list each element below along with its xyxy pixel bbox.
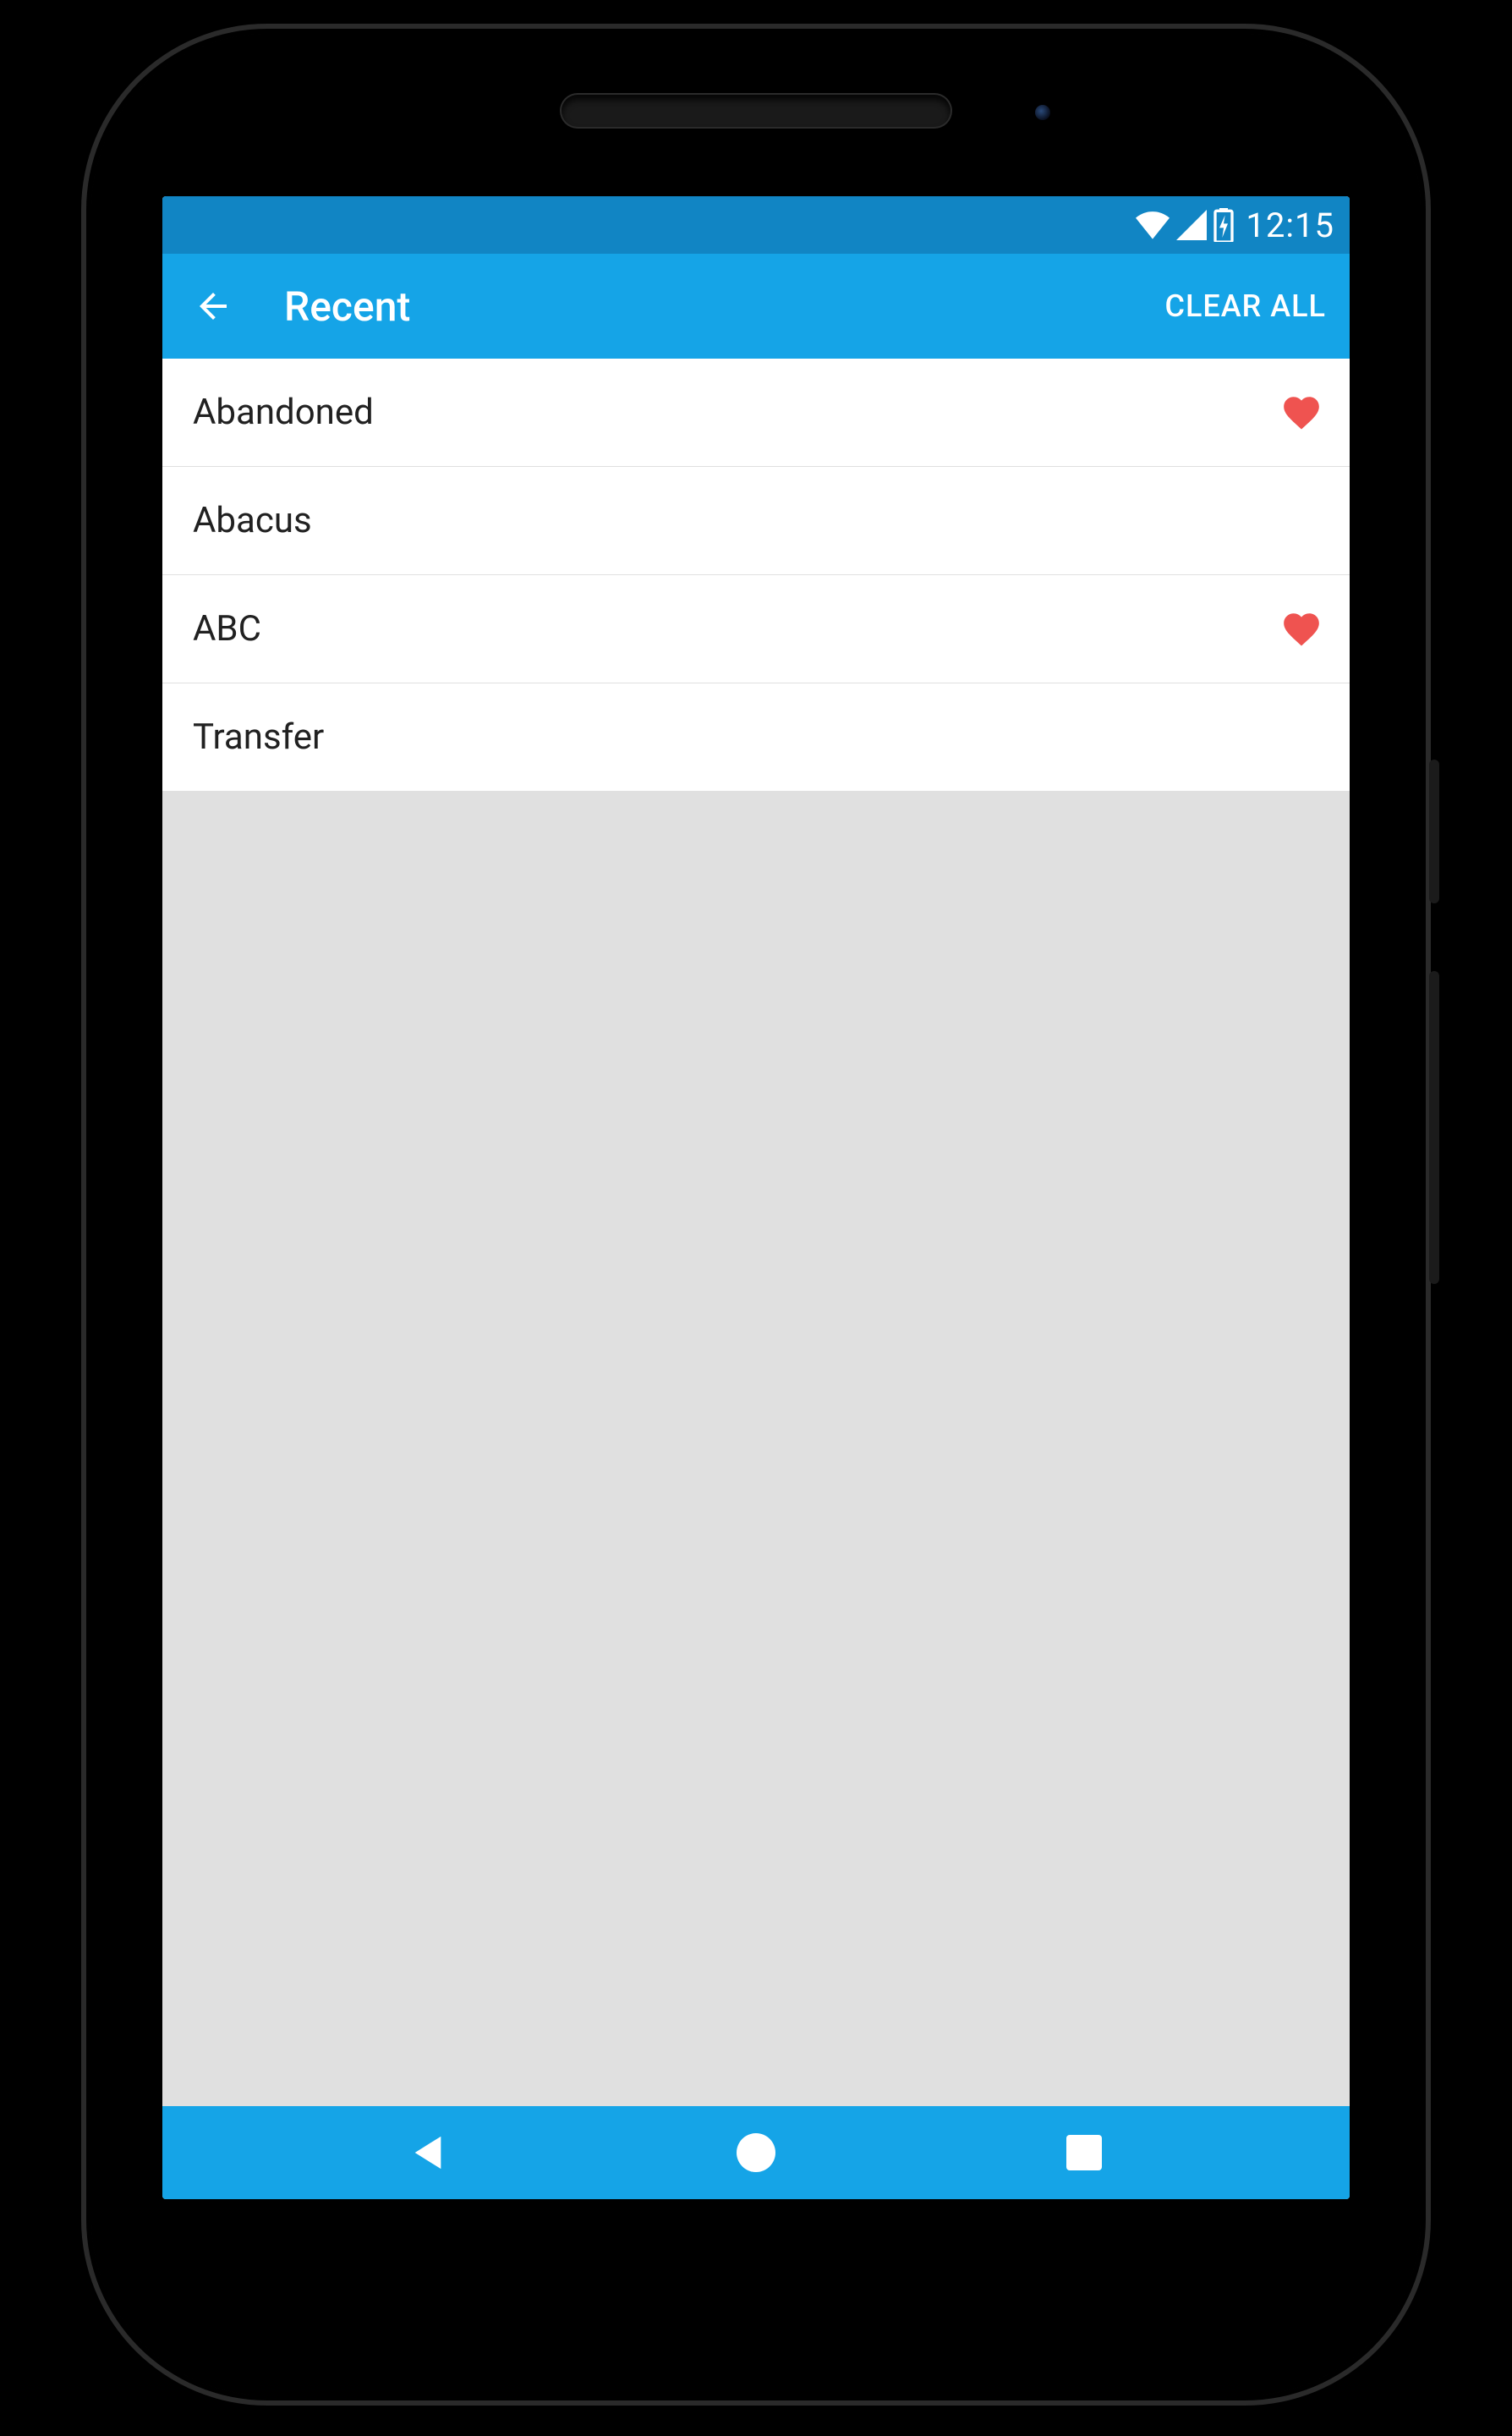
nav-home-button[interactable]: [705, 2119, 807, 2186]
page-title: Recent: [284, 283, 1161, 331]
clear-all-button[interactable]: CLEAR ALL: [1161, 280, 1329, 332]
status-bar: 12:15: [162, 196, 1350, 254]
favorite-button[interactable]: [1279, 606, 1324, 652]
list-item[interactable]: ABC: [162, 575, 1350, 683]
back-button[interactable]: [183, 276, 244, 337]
phone-frame: 12:15 Recent CLEAR ALL Abandoned Abacus AB…: [81, 24, 1431, 2406]
list-item-label: ABC: [193, 608, 1279, 650]
favorite-button[interactable]: [1279, 390, 1324, 436]
nav-recent-button[interactable]: [1033, 2119, 1135, 2186]
nav-home-icon: [737, 2133, 775, 2172]
list-item-label: Abacus: [193, 500, 1324, 541]
cell-signal-icon: [1176, 210, 1207, 240]
phone-speaker: [562, 95, 950, 127]
status-clock: 12:15: [1246, 206, 1334, 245]
phone-side-button: [1429, 971, 1439, 1284]
list-item-label: Abandoned: [193, 392, 1279, 433]
nav-back-icon: [411, 2133, 445, 2172]
navigation-bar: [162, 2106, 1350, 2199]
list-item[interactable]: Abandoned: [162, 359, 1350, 467]
heart-icon: [1280, 608, 1323, 650]
heart-icon: [1280, 392, 1323, 434]
phone-side-button: [1429, 760, 1439, 903]
recent-list: Abandoned Abacus ABC Transfer: [162, 359, 1350, 792]
wifi-icon: [1136, 210, 1170, 240]
list-item[interactable]: Transfer: [162, 683, 1350, 792]
list-item-label: Transfer: [193, 716, 1324, 758]
phone-camera: [1035, 105, 1050, 120]
battery-charging-icon: [1213, 208, 1234, 242]
screen: 12:15 Recent CLEAR ALL Abandoned Abacus AB…: [162, 196, 1350, 2199]
arrow-left-icon: [193, 286, 233, 326]
nav-recent-icon: [1066, 2135, 1102, 2170]
nav-back-button[interactable]: [377, 2119, 479, 2186]
app-bar: Recent CLEAR ALL: [162, 254, 1350, 359]
list-item[interactable]: Abacus: [162, 467, 1350, 575]
